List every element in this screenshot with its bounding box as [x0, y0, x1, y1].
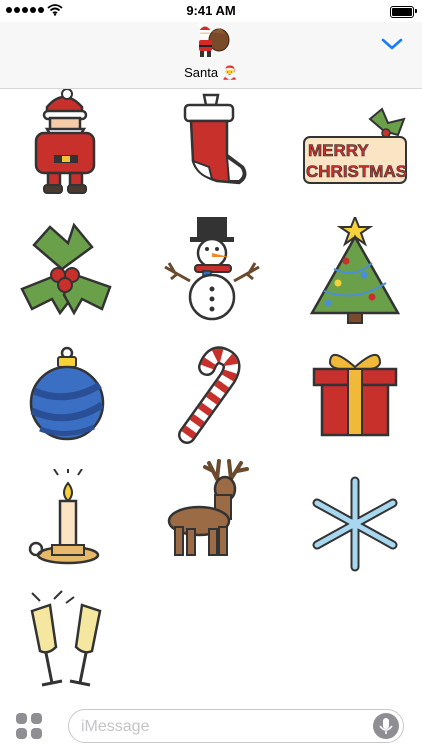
svg-text:MERRY: MERRY — [308, 141, 369, 160]
apps-icon[interactable] — [16, 713, 42, 739]
battery-tip — [415, 9, 417, 13]
ornament-sticker[interactable] — [12, 345, 122, 455]
svg-text:CHRISTMAS: CHRISTMAS — [306, 162, 407, 181]
candle-sticker[interactable] — [12, 467, 122, 579]
contact-emoji: 🎅 — [221, 65, 238, 80]
champagne-glasses-sticker[interactable] — [12, 589, 122, 699]
reindeer-sticker[interactable] — [157, 459, 267, 569]
battery-icon — [390, 6, 414, 18]
stocking-sticker[interactable] — [157, 89, 267, 199]
microphone-icon[interactable] — [373, 713, 399, 739]
conversation-header: Santa 🎅 — [0, 22, 422, 89]
candy-cane-sticker[interactable] — [157, 345, 267, 455]
holly-sticker[interactable] — [12, 217, 122, 327]
status-time: 9:41 AM — [186, 3, 236, 18]
gift-sticker[interactable] — [300, 345, 410, 455]
snowflake-sticker[interactable] — [300, 469, 410, 579]
chevron-down-icon[interactable] — [381, 37, 403, 51]
message-placeholder: iMessage — [81, 718, 150, 735]
snowman-sticker[interactable] — [157, 217, 267, 327]
merry-christmas-sticker[interactable]: MERRY CHRISTMAS — [300, 99, 410, 209]
message-composer: iMessage — [0, 703, 422, 750]
contact-name-text: Santa — [184, 65, 219, 80]
contact-name[interactable]: Santa 🎅 — [0, 65, 422, 81]
contact-avatar[interactable] — [191, 22, 231, 60]
santa-sticker[interactable] — [12, 88, 122, 199]
christmas-tree-sticker[interactable] — [300, 214, 410, 327]
sticker-grid: MERRY CHRISTMAS — [0, 88, 422, 694]
status-bar: 9:41 AM — [0, 0, 422, 22]
message-input[interactable]: iMessage — [68, 709, 404, 743]
